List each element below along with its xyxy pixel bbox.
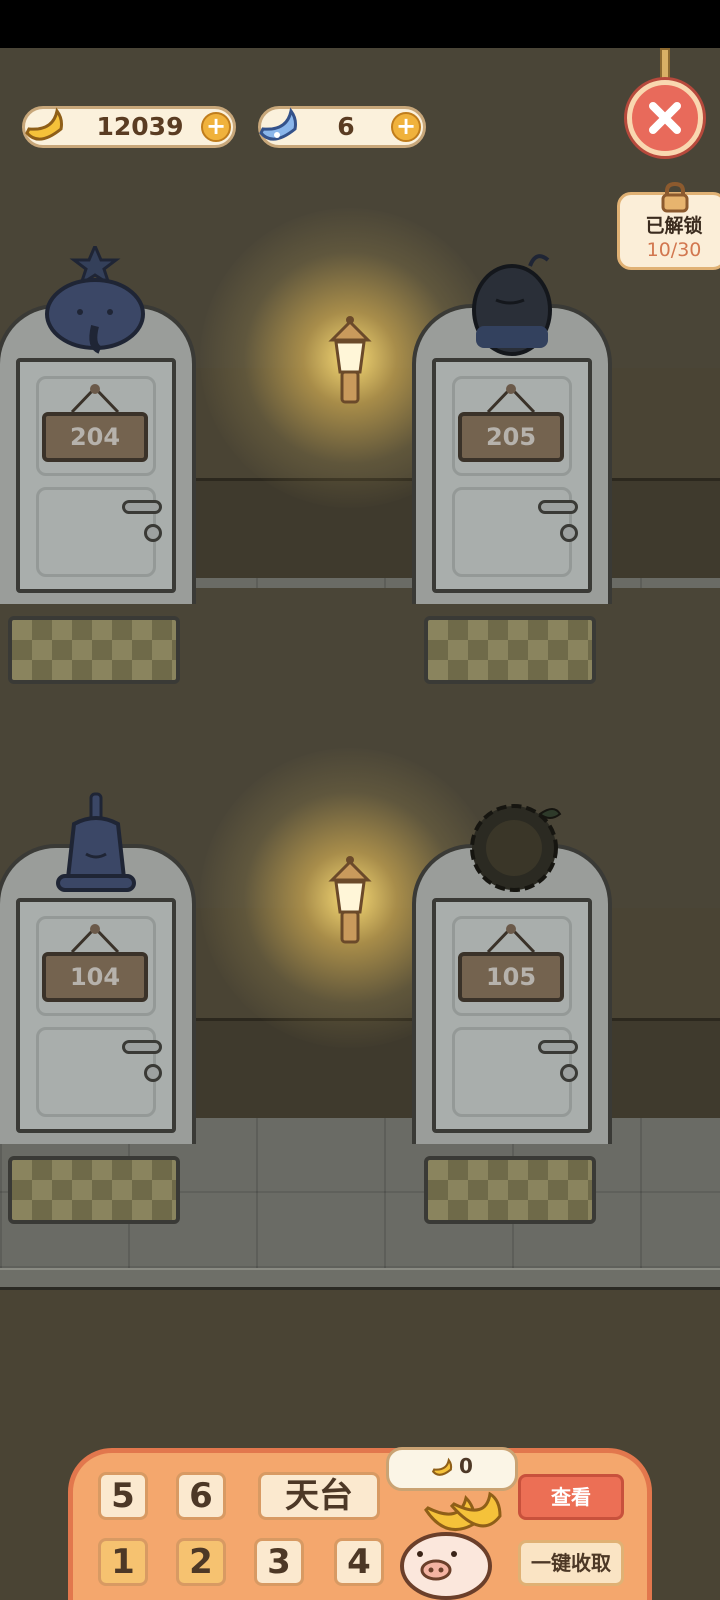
gem-count: 6 (337, 112, 355, 141)
coin-storage-bubble: 0 (386, 1447, 518, 1491)
floor-button-rooftop[interactable]: 天台 (258, 1472, 380, 1520)
door[interactable]: 105 (432, 898, 592, 1133)
door-knob (122, 500, 162, 514)
floor-button-4[interactable]: 4 (334, 1538, 384, 1586)
room-number-sign: 105 (458, 952, 564, 1002)
floor-button-3[interactable]: 3 (254, 1538, 304, 1586)
piggy-bank-icon[interactable] (396, 1490, 508, 1600)
close-button[interactable] (627, 80, 703, 156)
banana-counter: 12039 + (22, 106, 236, 148)
banana-icon (431, 1457, 453, 1476)
gem-counter: 6 + (258, 106, 426, 148)
door[interactable]: 104 (16, 898, 176, 1133)
unlock-progress-badge[interactable]: 已解锁 10/30 (617, 181, 720, 270)
keyhole (144, 1064, 162, 1082)
add-gem-button[interactable]: + (391, 112, 421, 142)
keyhole (144, 524, 162, 542)
wall-lamp-icon (328, 856, 372, 944)
view-button[interactable]: 查看 (518, 1474, 624, 1520)
room-number-sign: 204 (42, 412, 148, 462)
keyhole (560, 524, 578, 542)
door-mat (424, 1156, 596, 1224)
stored-coins: 0 (459, 1454, 473, 1478)
keyhole (560, 1064, 578, 1082)
collect-all-button[interactable]: 一键收取 (518, 1540, 624, 1586)
floor-button-5[interactable]: 5 (98, 1472, 148, 1520)
room-number-sign: 104 (42, 952, 148, 1002)
banana-count: 12039 (96, 112, 184, 141)
door-mat (8, 616, 180, 684)
close-icon (649, 102, 681, 134)
door-knob (538, 1040, 578, 1054)
banana-icon (25, 107, 63, 141)
blue-banana-icon (259, 107, 297, 141)
bell-icon[interactable] (54, 792, 138, 902)
floor-button-6[interactable]: 6 (176, 1472, 226, 1520)
room-number-sign: 205 (458, 412, 564, 462)
sunflower-icon[interactable] (470, 800, 564, 894)
door-knob (122, 1040, 162, 1054)
wall-lamp-icon (328, 316, 372, 404)
lock-icon (661, 181, 689, 213)
door[interactable]: 204 (16, 358, 176, 593)
elephant-icon[interactable] (40, 246, 150, 356)
floor-button-2[interactable]: 2 (176, 1538, 226, 1586)
hotel-scene: 204 205 104 105 (0, 48, 720, 1600)
door[interactable]: 205 (432, 358, 592, 593)
door-mat (8, 1156, 180, 1224)
add-banana-button[interactable]: + (201, 112, 231, 142)
unlock-progress: 10/30 (646, 239, 702, 261)
door-knob (538, 500, 578, 514)
floor-button-1[interactable]: 1 (98, 1538, 148, 1586)
close-string (660, 48, 670, 82)
unlock-label: 已解锁 (645, 215, 703, 237)
door-mat (424, 616, 596, 684)
status-bar (0, 0, 720, 48)
seed-blob-icon[interactable] (468, 248, 558, 358)
